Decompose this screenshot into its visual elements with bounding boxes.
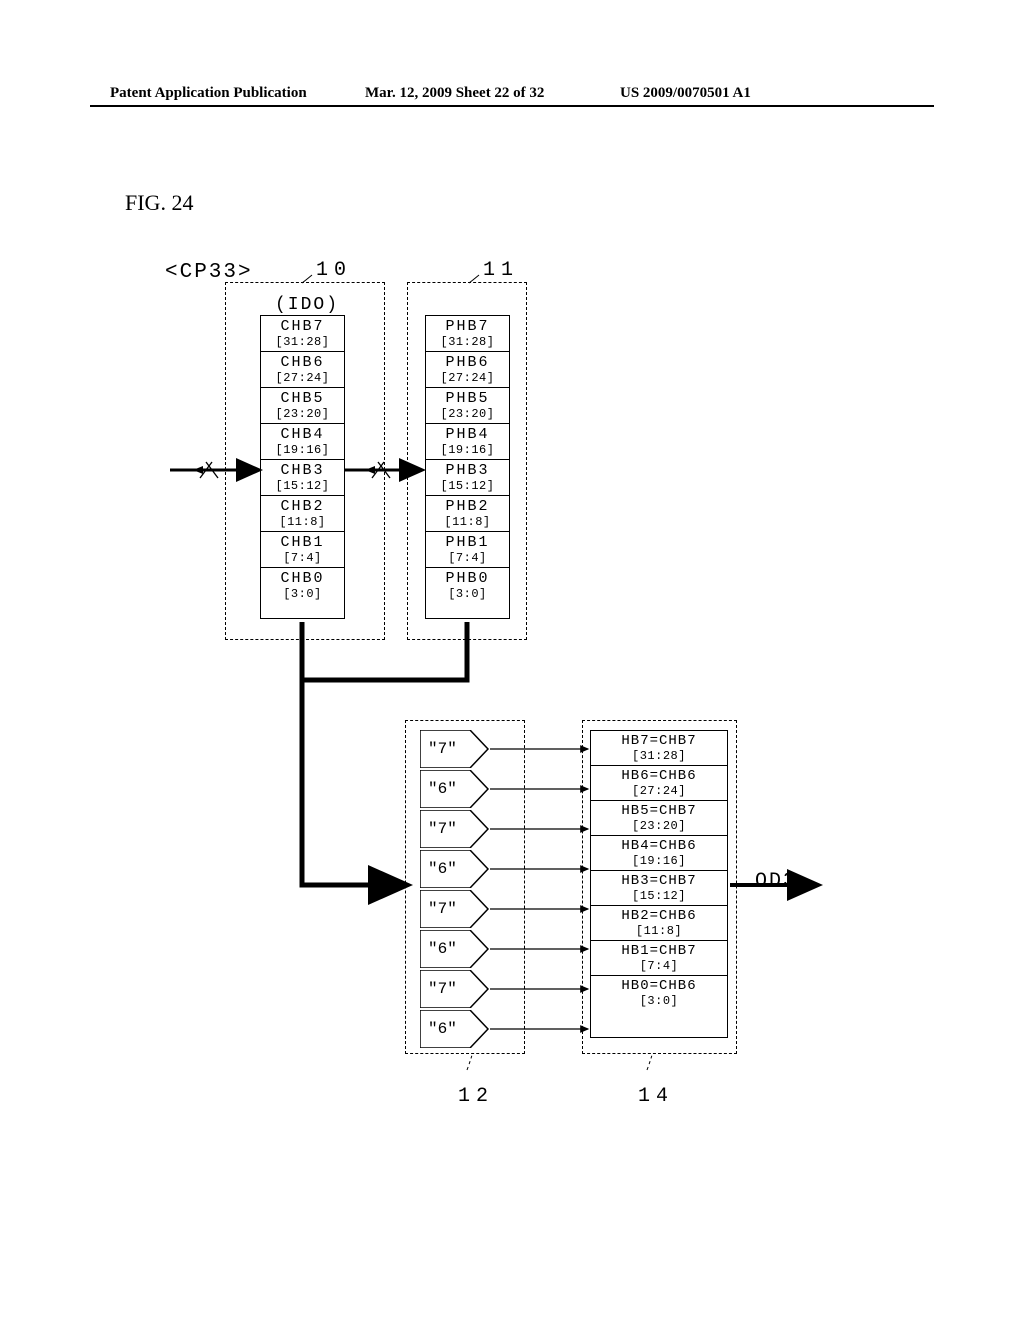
connector-overlay [0, 0, 1024, 1320]
